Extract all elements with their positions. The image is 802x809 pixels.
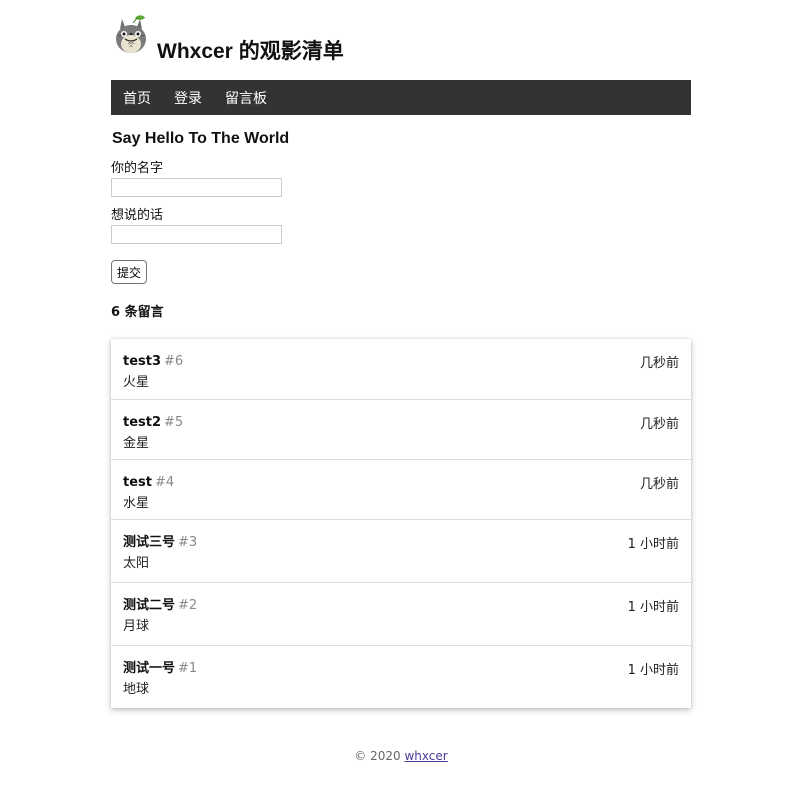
message-text: 太阳 bbox=[123, 556, 150, 571]
main-nav: 首页 登录 留言板 bbox=[111, 80, 691, 115]
message-author: 测试三号 bbox=[123, 535, 176, 550]
list-item: test #4 水星 几秒前 bbox=[111, 459, 691, 519]
message-author: 测试二号 bbox=[123, 598, 176, 613]
message-text: 月球 bbox=[123, 619, 150, 634]
nav-item-guestbook[interactable]: 留言板 bbox=[225, 88, 267, 108]
site-header: Whxcer 的观影清单 bbox=[111, 0, 691, 80]
message-field[interactable] bbox=[111, 225, 282, 244]
submit-button[interactable]: 提交 bbox=[111, 260, 148, 284]
copyright-text: © 2020 bbox=[354, 749, 401, 763]
list-item: test3 #6 火星 几秒前 bbox=[111, 339, 691, 399]
message-time: 1 小时前 bbox=[627, 600, 679, 615]
nav-item-login[interactable]: 登录 bbox=[174, 88, 202, 108]
message-author: 测试一号 bbox=[123, 661, 176, 676]
message-id: #4 bbox=[154, 475, 175, 490]
list-item: 测试三号 #3 太阳 1 小时前 bbox=[111, 519, 691, 582]
message-time: 几秒前 bbox=[639, 477, 679, 492]
message-id: #5 bbox=[164, 415, 184, 430]
site-footer: © 2020 whxcer bbox=[0, 749, 802, 763]
message-count: 6 条留言 bbox=[111, 305, 164, 320]
message-author: test2 bbox=[123, 415, 162, 430]
message-text: 火星 bbox=[123, 375, 150, 390]
message-id: #2 bbox=[178, 598, 198, 613]
message-id: #6 bbox=[164, 354, 184, 369]
footer-author-link[interactable]: whxcer bbox=[404, 749, 447, 763]
page-container: Whxcer 的观影清单 首页 登录 留言板 Say Hello To The … bbox=[111, 0, 691, 708]
name-field[interactable] bbox=[111, 178, 282, 197]
message-text: 金星 bbox=[123, 436, 150, 451]
nav-item-home[interactable]: 首页 bbox=[123, 88, 151, 108]
message-id: #1 bbox=[178, 661, 198, 676]
message-label: 想说的话 bbox=[111, 208, 164, 223]
list-item: 测试一号 #1 地球 1 小时前 bbox=[111, 645, 691, 708]
name-label: 你的名字 bbox=[111, 161, 164, 176]
message-author: test3 bbox=[123, 354, 162, 369]
list-item: 测试二号 #2 月球 1 小时前 bbox=[111, 582, 691, 645]
form-title: Say Hello To The World bbox=[112, 130, 290, 147]
message-form: 你的名字 想说的话 提交 bbox=[111, 160, 691, 284]
message-time: 1 小时前 bbox=[627, 537, 679, 552]
message-author: test bbox=[123, 475, 152, 490]
message-text: 地球 bbox=[123, 682, 150, 697]
message-time: 几秒前 bbox=[639, 356, 679, 371]
totoro-avatar-icon bbox=[116, 15, 146, 53]
message-time: 1 小时前 bbox=[627, 663, 679, 678]
list-item: test2 #5 金星 几秒前 bbox=[111, 399, 691, 459]
message-list: test3 #6 火星 几秒前 test2 #5 金星 几秒前 test #4 水星 … bbox=[111, 339, 691, 708]
message-id: #3 bbox=[178, 535, 198, 550]
site-title: Whxcer 的观影清单 bbox=[157, 40, 344, 63]
message-text: 水星 bbox=[123, 496, 150, 511]
message-time: 几秒前 bbox=[639, 417, 679, 432]
